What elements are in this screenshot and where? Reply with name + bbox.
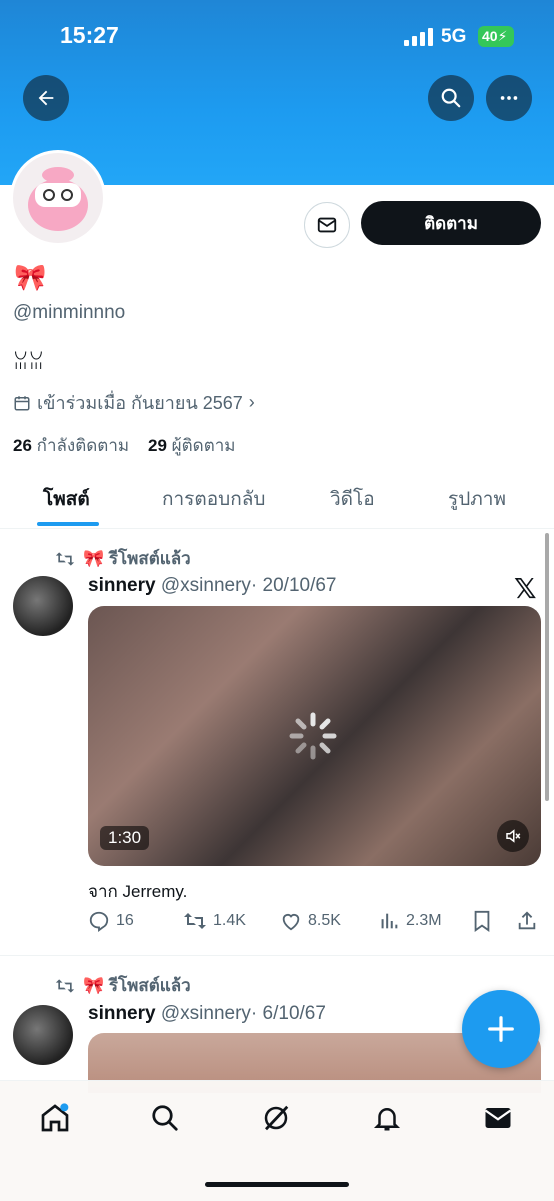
reply-count: 16 <box>116 912 134 929</box>
following-count: 26 <box>13 436 32 455</box>
chevron-right-icon: › <box>248 392 255 412</box>
calendar-icon <box>14 395 30 410</box>
compose-button[interactable] <box>462 990 540 1068</box>
profile-avatar[interactable] <box>10 150 106 246</box>
plus-icon <box>488 1016 514 1042</box>
mute-button[interactable] <box>497 820 529 852</box>
status-time: 15:27 <box>60 22 119 48</box>
post-author-name[interactable]: sinnery <box>88 1003 156 1024</box>
repost-icon <box>55 551 75 566</box>
search-button[interactable] <box>428 75 474 121</box>
post-date: · 20/10/67 <box>250 575 337 596</box>
tab-photos[interactable]: รูปภาพ <box>448 484 506 514</box>
followers-count: 29 <box>148 436 167 455</box>
envelope-icon <box>317 217 337 233</box>
speaker-muted-icon <box>506 829 521 843</box>
repost-count: 1.4K <box>213 912 246 929</box>
reply-button[interactable]: 16 <box>88 910 134 932</box>
status-bar: 15:27 5G 40⚡ <box>0 0 554 70</box>
follow-stats: 26 กำลังติดตาม 29 ผู้ติดตาม <box>13 432 236 459</box>
post-actions: 16 1.4K 8.5K 2.3M <box>88 910 543 940</box>
bell-icon <box>373 1108 401 1131</box>
home-icon <box>41 1103 69 1132</box>
joined-text: เข้าร่วมเมื่อ กันยายน 2567 <box>37 393 243 413</box>
post-date: · 6/10/67 <box>250 1003 326 1024</box>
bar-chart-icon <box>381 913 398 929</box>
arrow-left-icon <box>38 90 54 106</box>
like-count: 8.5K <box>308 912 341 929</box>
view-count: 2.3M <box>406 912 442 929</box>
tab-replies[interactable]: การตอบกลับ <box>162 484 265 514</box>
repost-label: 🎀 รีโพสต์แล้ว <box>83 976 191 995</box>
followers-label: ผู้ติดตาม <box>171 436 236 455</box>
scrollbar[interactable] <box>545 533 549 801</box>
more-button[interactable] <box>486 75 532 121</box>
post-author-avatar[interactable] <box>13 576 73 636</box>
back-button[interactable] <box>23 75 69 121</box>
repost-indicator: 🎀 รีโพสต์แล้ว <box>55 972 191 999</box>
bookmark-button[interactable] <box>472 910 492 932</box>
post-header: sinnery @xsinnery· 20/10/67 <box>88 575 337 597</box>
video-duration: 1:30 <box>100 826 150 850</box>
heart-icon <box>282 914 300 931</box>
post-divider <box>0 955 554 956</box>
views-button[interactable]: 2.3M <box>378 910 442 932</box>
nav-search[interactable] <box>148 1101 182 1135</box>
profile-display-name: 🎀 <box>14 262 47 292</box>
message-button[interactable] <box>304 202 350 248</box>
more-icon <box>500 96 518 100</box>
profile-bio: ꈍꈍ <box>13 352 45 374</box>
nav-home[interactable] <box>38 1101 72 1135</box>
envelope-icon <box>484 1108 512 1128</box>
bookmark-icon <box>474 910 490 932</box>
repost-icon <box>184 913 206 929</box>
share-icon <box>518 911 536 930</box>
followers-link[interactable]: 29 ผู้ติดตาม <box>148 436 236 455</box>
tab-videos[interactable]: วิดีโอ <box>330 484 375 514</box>
signal-icon <box>404 28 433 46</box>
nav-messages[interactable] <box>481 1101 515 1135</box>
repost-icon <box>55 978 75 993</box>
x-logo-icon: 𝕏 <box>514 573 537 604</box>
repost-label: 🎀 รีโพสต์แล้ว <box>83 549 191 568</box>
home-indicator <box>205 1182 349 1187</box>
network-type: 5G <box>441 26 467 47</box>
share-button[interactable] <box>516 910 538 932</box>
avatar-illustration <box>13 153 103 243</box>
post-video[interactable]: 1:30 <box>88 606 541 866</box>
search-icon <box>152 1105 178 1131</box>
battery-level: 40 <box>482 28 498 44</box>
like-button[interactable]: 8.5K <box>280 910 341 932</box>
reply-icon <box>89 911 109 932</box>
following-link[interactable]: 26 กำลังติดตาม <box>13 436 129 455</box>
post-caption: จาก Jerremy. <box>88 882 188 901</box>
tab-posts[interactable]: โพสต์ <box>43 484 90 514</box>
post-header: sinnery @xsinnery· 6/10/67 <box>88 1003 326 1025</box>
follow-button[interactable]: ติดตาม <box>361 201 541 245</box>
following-label: กำลังติดตาม <box>36 436 130 455</box>
post-author-handle[interactable]: @xsinnery <box>161 575 251 596</box>
profile-tabs: โพสต์ การตอบกลับ วิดีโอ รูปภาพ <box>0 470 554 529</box>
post-author-avatar[interactable] <box>13 1005 73 1065</box>
nav-notifications[interactable] <box>370 1101 404 1135</box>
active-tab-indicator <box>37 522 99 526</box>
post-author-name[interactable]: sinnery <box>88 575 156 596</box>
search-icon <box>441 88 461 108</box>
profile-handle: @minminnno <box>13 302 126 323</box>
post-author-handle[interactable]: @xsinnery <box>161 1003 251 1024</box>
joined-date[interactable]: เข้าร่วมเมื่อ กันยายน 2567 › <box>13 388 255 417</box>
battery-indicator: 40⚡ <box>478 26 514 47</box>
nav-grok[interactable] <box>259 1101 293 1135</box>
loading-spinner-icon <box>289 712 337 760</box>
repost-indicator: 🎀 รีโพสต์แล้ว <box>55 545 191 572</box>
repost-button[interactable]: 1.4K <box>183 910 246 932</box>
grok-icon <box>264 1105 289 1131</box>
